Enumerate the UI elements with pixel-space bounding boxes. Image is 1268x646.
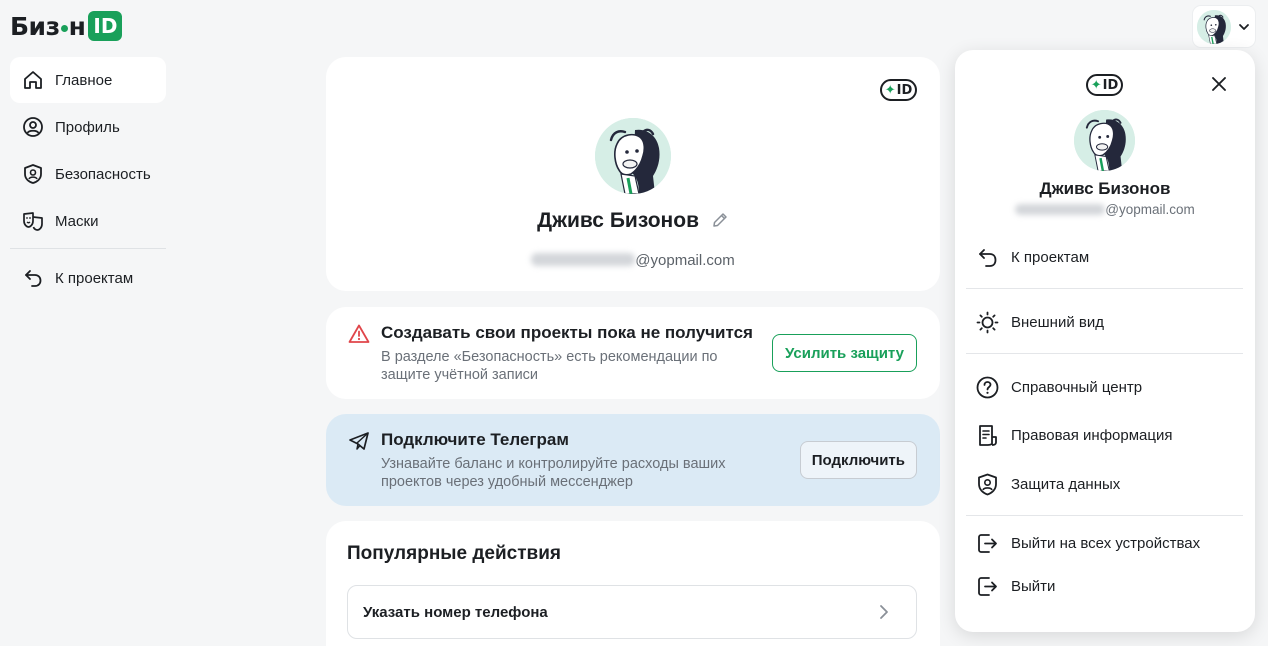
home-icon: [24, 71, 42, 89]
panel-user-name: Дживс Бизонов: [1039, 179, 1171, 198]
bizon-id-logo[interactable]: Биз н ID: [10, 10, 123, 42]
warning-triangle-icon: [348, 324, 370, 343]
menu-item-label: Правовая информация: [1011, 426, 1173, 444]
chevron-right-icon: [880, 605, 888, 619]
sidebar-item-home[interactable]: Главное: [10, 57, 166, 103]
theater-masks-icon: [23, 212, 43, 231]
bizon-id-badge: ✦ ID: [1086, 74, 1123, 96]
telegram-card: Подключите Телеграм Узнавайте баланс и к…: [326, 414, 940, 506]
list-item-label: Указать номер телефона: [363, 603, 548, 621]
menu-divider: [966, 288, 1243, 289]
menu-item-legal-info[interactable]: Правовая информация: [975, 420, 1172, 450]
menu-divider: [966, 515, 1243, 516]
menu-divider: [966, 353, 1243, 354]
menu-item-label: Выйти на всех устройствах: [1011, 534, 1201, 552]
logout-icon: [978, 533, 997, 553]
logo-dot: [60, 24, 68, 32]
sparkle-icon: ✦: [884, 82, 896, 98]
avatar[interactable]: [595, 118, 671, 194]
popular-actions-card: Популярные действия Указать номер телефо…: [326, 521, 940, 646]
sidebar-item-label: Главное: [55, 71, 113, 89]
menu-item-logout[interactable]: Выйти: [975, 571, 1055, 601]
sidebar-item-masks[interactable]: Маски: [10, 198, 166, 244]
email-domain: @yopmail.com: [635, 252, 735, 269]
back-arrow-icon: [25, 270, 42, 287]
panel-user-email: @yopmail.com: [955, 202, 1255, 217]
sidebar-item-label: Безопасность: [55, 165, 151, 183]
back-arrow-icon: [979, 248, 997, 267]
chevron-down-icon: [1239, 23, 1249, 30]
sparkle-icon: ✦: [1090, 77, 1102, 93]
user-menu-button[interactable]: [1193, 6, 1255, 47]
sidebar-item-label: Профиль: [55, 118, 120, 136]
email-domain: @yopmail.com: [1105, 202, 1195, 217]
sidebar-item-back-to-projects[interactable]: К проектам: [10, 255, 166, 301]
logo-badge: ID: [88, 11, 123, 41]
menu-item-label: Выйти: [1011, 577, 1056, 595]
user-circle-icon: [23, 117, 43, 137]
avatar: [1074, 110, 1135, 171]
blurred-email-username: [531, 253, 636, 266]
strengthen-security-button[interactable]: Усилить защиту: [772, 334, 917, 372]
telegram-title: Подключите Телеграм: [381, 430, 569, 449]
sidebar-divider: [10, 248, 166, 249]
logo-text-left: Биз: [10, 11, 60, 41]
id-badge-label: ID: [1102, 77, 1119, 93]
shield-user-icon: [978, 473, 997, 495]
sidebar-item-label: К проектам: [55, 269, 134, 287]
telegram-plane-icon: [349, 432, 369, 450]
sidebar-item-label: Маски: [55, 212, 99, 230]
bizon-id-badge: ✦ ID: [880, 79, 917, 101]
menu-item-label: Внешний вид: [1011, 313, 1104, 331]
id-badge-label: ID: [896, 82, 913, 98]
menu-item-label: К проектам: [1011, 248, 1090, 266]
pencil-icon[interactable]: [711, 211, 729, 229]
warning-title: Создавать свои проекты пока не получится: [381, 323, 753, 342]
logo-text-right: н: [68, 11, 86, 41]
menu-item-logout-all-devices[interactable]: Выйти на всех устройствах: [975, 528, 1200, 558]
blurred-email-username: [1015, 204, 1106, 215]
profile-card: ✦ ID Дживс Бизонов @yopmail.com: [326, 57, 940, 291]
menu-item-data-protection[interactable]: Защита данных: [975, 469, 1120, 499]
avatar: [1197, 9, 1231, 44]
profile-name: Дживс Бизонов: [326, 209, 940, 233]
sidebar-item-security[interactable]: Безопасность: [10, 151, 166, 197]
shield-user-icon: [24, 164, 42, 184]
user-menu-panel: ✦ ID Дживс Бизонов @yopmail.com К проекта…: [955, 50, 1255, 632]
menu-item-help-center[interactable]: Справочный центр: [975, 372, 1142, 402]
security-warning-card: Создавать свои проекты пока не получится…: [326, 307, 940, 399]
profile-email: @yopmail.com: [326, 252, 940, 269]
profile-name-text: Дживс Бизонов: [537, 209, 699, 232]
menu-item-label: Справочный центр: [1011, 378, 1143, 396]
connect-telegram-button[interactable]: Подключить: [799, 441, 917, 479]
warning-text: В разделе «Безопасность» есть рекомендац…: [381, 349, 718, 383]
popular-actions-title: Популярные действия: [347, 543, 561, 564]
menu-item-label: Защита данных: [1011, 475, 1121, 493]
menu-item-back-to-projects[interactable]: К проектам: [975, 242, 1089, 272]
close-icon[interactable]: [1210, 75, 1228, 93]
telegram-text: Узнавайте баланс и контролируйте расходы…: [381, 456, 726, 490]
sidebar: Главное Профиль Безопасность Маски К про…: [10, 57, 166, 302]
menu-item-appearance[interactable]: Внешний вид: [975, 307, 1104, 337]
document-icon: [979, 424, 997, 446]
add-phone-action[interactable]: Указать номер телефона: [347, 585, 917, 639]
sidebar-item-profile[interactable]: Профиль: [10, 104, 166, 150]
logout-icon: [978, 576, 997, 596]
sun-icon: [976, 311, 999, 333]
help-circle-icon: [976, 376, 999, 398]
